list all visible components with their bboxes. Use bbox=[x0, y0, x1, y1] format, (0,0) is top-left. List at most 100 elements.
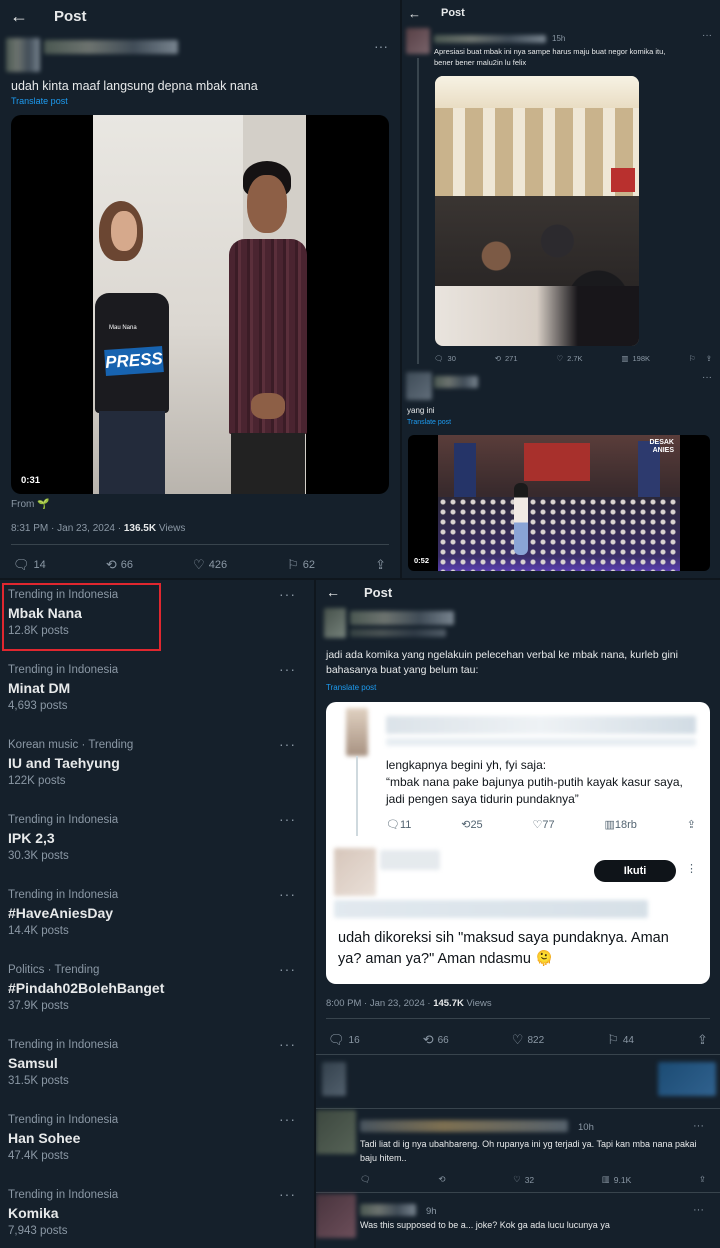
embedded-screenshot[interactable]: lengkapnya begini yh, fyi saja: “mbak na… bbox=[326, 702, 710, 984]
author-name-blurred[interactable] bbox=[350, 611, 454, 625]
reply2-text: Was this supposed to be a... joke? Kok g… bbox=[360, 1220, 610, 1230]
heart-icon: ♡ bbox=[513, 1174, 521, 1184]
more-options-icon[interactable]: ··· bbox=[279, 586, 296, 602]
bookmark-button[interactable]: ⚐ 44 bbox=[607, 1032, 634, 1048]
reply-button[interactable]: 🗨 30 bbox=[434, 354, 456, 363]
reply2-author-blurred[interactable] bbox=[360, 1204, 416, 1216]
share-icon: ⇪ bbox=[705, 354, 712, 363]
reply-avatar[interactable] bbox=[406, 372, 432, 400]
reply-button[interactable]: 🗨 16 bbox=[328, 1032, 360, 1048]
trend-name: Han Sohee bbox=[8, 1130, 81, 1146]
author-name-blurred[interactable] bbox=[434, 35, 546, 43]
trend-context: Trending in Indonesia bbox=[8, 664, 119, 676]
trend-item[interactable]: Korean music · Trending IU and Taehyung 12… bbox=[0, 730, 312, 805]
heart-icon: ♡ bbox=[532, 819, 543, 831]
trend-item[interactable]: Trending in Indonesia Minat DM 4,693 posts… bbox=[0, 655, 312, 730]
back-arrow-icon[interactable]: ← bbox=[326, 584, 340, 600]
retweet-button[interactable]: ⟲ 271 bbox=[495, 354, 518, 363]
trend-context: Trending in Indonesia bbox=[8, 1114, 119, 1126]
more-options-icon[interactable]: ··· bbox=[279, 736, 296, 752]
video-player[interactable]: PRESS Mau Nana 0:31 bbox=[11, 115, 389, 494]
like-button[interactable]: ♡ 822 bbox=[512, 1032, 544, 1048]
shirt-brand: Mau Nana bbox=[109, 325, 137, 331]
bookmark-icon: ⚐ bbox=[607, 1032, 619, 1047]
more-options-icon[interactable]: ··· bbox=[279, 961, 296, 977]
more-options-icon[interactable]: ··· bbox=[374, 38, 388, 54]
post-meta: 8:31 PM · Jan 23, 2024 · 136.5K Views bbox=[11, 523, 186, 534]
trends-panel: Trending in Indonesia Mbak Nana 12.8K post… bbox=[0, 580, 314, 1248]
translate-link[interactable]: Translate post bbox=[407, 419, 451, 426]
views-icon: ▥ bbox=[601, 1174, 610, 1184]
post-panel-top-left: ← Post ··· udah kinta maaf langsung depn… bbox=[0, 0, 400, 578]
share-button[interactable]: ⇪ bbox=[697, 1032, 708, 1048]
back-arrow-icon[interactable]: ← bbox=[408, 6, 421, 21]
trend-context: Trending in Indonesia bbox=[8, 1189, 119, 1201]
retweet-icon: ⟲ bbox=[105, 557, 117, 572]
more-options-icon[interactable]: ··· bbox=[702, 372, 712, 383]
avatar[interactable] bbox=[324, 608, 346, 638]
retweet-icon: ⟲ bbox=[438, 1174, 446, 1184]
trend-post-count: 4,693 posts bbox=[8, 700, 68, 712]
trend-context: Trending in Indonesia bbox=[8, 814, 119, 826]
trend-item[interactable]: Politics · Trending #Pindah02BolehBanget 3… bbox=[0, 955, 312, 1030]
more-options-icon[interactable]: ··· bbox=[279, 1111, 296, 1127]
video-player[interactable]: DESAK ANIES 0:52 bbox=[408, 435, 710, 571]
views-icon: ▥ bbox=[604, 819, 615, 831]
avatar[interactable] bbox=[406, 28, 430, 54]
retweet-icon: ⟲ bbox=[494, 354, 502, 363]
more-options-icon[interactable]: ··· bbox=[702, 30, 712, 41]
views-icon: ▥ bbox=[621, 354, 629, 363]
trend-item[interactable]: Trending in Indonesia IPK 2,3 30.3K posts ·… bbox=[0, 805, 312, 880]
more-options-icon[interactable]: ··· bbox=[279, 1036, 296, 1052]
share-button[interactable]: ⇪ bbox=[375, 557, 386, 573]
video-duration: 0:31 bbox=[21, 475, 41, 486]
retweet-button[interactable]: ⟲ 66 bbox=[423, 1032, 449, 1048]
reply1-avatar[interactable] bbox=[316, 1110, 356, 1154]
trend-item[interactable]: Trending in Indonesia Samsul 31.5K posts ··… bbox=[0, 1030, 312, 1105]
reply-button[interactable]: 🗨 14 bbox=[13, 557, 46, 573]
trend-item[interactable]: Trending in Indonesia #HaveAniesDay 14.4K … bbox=[0, 880, 312, 955]
more-options-icon[interactable]: ··· bbox=[279, 886, 296, 902]
post-header-title: Post bbox=[441, 7, 465, 19]
back-arrow-icon[interactable]: ← bbox=[10, 6, 28, 27]
card-retweet: ⟲25 bbox=[461, 819, 483, 831]
retweet-button[interactable]: ⟲ 66 bbox=[106, 557, 133, 573]
more-options-icon[interactable]: ··· bbox=[279, 811, 296, 827]
avatar[interactable] bbox=[6, 38, 40, 72]
author-name-blurred[interactable] bbox=[44, 40, 178, 54]
heart-icon: ♡ bbox=[511, 1032, 524, 1047]
video-duration: 0:52 bbox=[414, 556, 430, 565]
like-button[interactable]: ♡ 426 bbox=[193, 557, 227, 573]
trend-item[interactable]: Trending in Indonesia Han Sohee 47.4K post… bbox=[0, 1105, 312, 1180]
views-button[interactable]: ▥ 198K bbox=[621, 354, 650, 363]
trend-context: Trending in Indonesia bbox=[8, 889, 119, 901]
reply1-author-blurred[interactable] bbox=[360, 1120, 568, 1132]
more-options-icon[interactable]: ··· bbox=[279, 1186, 296, 1202]
share-icon[interactable]: ⇪ bbox=[699, 1174, 706, 1185]
views-button[interactable]: ▥ 9.1K bbox=[602, 1174, 632, 1185]
retweet-button[interactable]: ⟲ bbox=[438, 1174, 445, 1185]
trend-context: Politics · Trending bbox=[8, 964, 100, 976]
trend-item[interactable]: Trending in Indonesia Komika 7,943 posts ··… bbox=[0, 1180, 312, 1248]
reply-author-blurred[interactable] bbox=[434, 376, 478, 388]
panel-divider-vertical-top bbox=[400, 0, 402, 578]
action-bar: 🗨 30 ⟲ 271 ♡ 2.7K ▥ 198K ⚐ ⇪ bbox=[434, 354, 712, 363]
hall-image[interactable] bbox=[435, 76, 639, 346]
translate-link[interactable]: Translate post bbox=[326, 683, 376, 692]
press-logo: PRESS bbox=[104, 346, 164, 376]
more-options-icon[interactable]: ··· bbox=[693, 1120, 704, 1132]
trend-name: #HaveAniesDay bbox=[8, 905, 114, 921]
reply2-avatar[interactable] bbox=[316, 1194, 356, 1238]
bookmark-share-buttons[interactable]: ⚐ ⇪ bbox=[689, 354, 712, 363]
like-button[interactable]: ♡ 2.7K bbox=[556, 354, 582, 363]
reply2-age: 9h bbox=[426, 1206, 437, 1217]
like-button[interactable]: ♡ 32 bbox=[513, 1174, 534, 1185]
post-panel-top-right: ← Post 15h ··· Apresiasi buat mbak ini n… bbox=[402, 0, 720, 578]
bookmark-button[interactable]: ⚐ 62 bbox=[287, 557, 315, 573]
translate-link[interactable]: Translate post bbox=[11, 96, 68, 106]
post-text: udah kinta maaf langsung depna mbak nana bbox=[11, 79, 258, 93]
more-options-icon[interactable]: ··· bbox=[279, 661, 296, 677]
reply-button[interactable]: 🗨 bbox=[360, 1174, 371, 1185]
trend-context: Korean music · Trending bbox=[8, 739, 134, 751]
more-options-icon[interactable]: ··· bbox=[693, 1204, 704, 1216]
